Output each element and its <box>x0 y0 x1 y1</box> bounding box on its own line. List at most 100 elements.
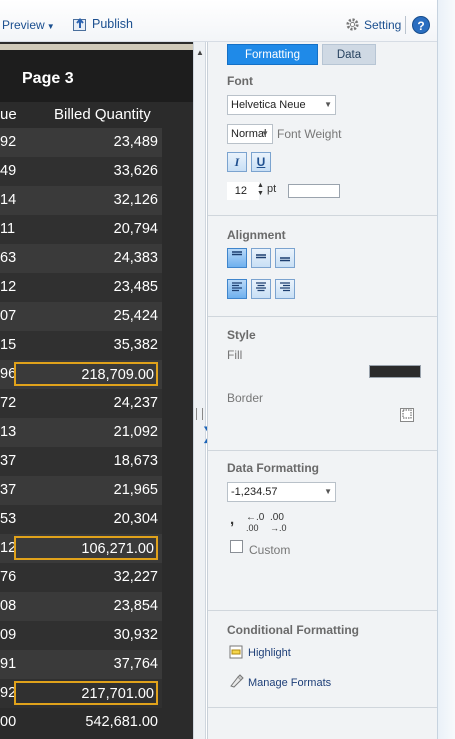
highlighted-cell[interactable]: 106,271.00 <box>14 536 158 560</box>
table-cell-partial: 12 <box>0 540 17 556</box>
table-cell-billed-quantity[interactable]: 542,681.00 <box>14 714 158 730</box>
table-row[interactable]: 92 23,489 <box>0 128 162 157</box>
table-cell-partial: 76 <box>0 569 17 585</box>
table-cell-billed-quantity[interactable]: 21,965 <box>14 482 158 498</box>
align-center-button[interactable] <box>251 279 271 299</box>
fill-color-swatch[interactable] <box>369 365 421 378</box>
vertical-scrollbar[interactable]: ▲ ▼ <box>193 42 206 739</box>
table-row[interactable]: 37 18,673 <box>0 447 162 476</box>
table-cell-partial: 15 <box>0 337 17 353</box>
border-icon <box>402 409 412 419</box>
increase-decimal-icon[interactable]: ←.0.00 <box>246 512 264 534</box>
help-button[interactable]: ? <box>412 16 430 34</box>
table-row[interactable]: 92 217,701.00 <box>0 679 162 708</box>
table-row[interactable]: 11 20,794 <box>0 215 162 244</box>
table-row[interactable]: 00 542,681.00 <box>0 708 162 737</box>
align-left-button[interactable] <box>227 279 247 299</box>
font-size-stepper[interactable]: ▲ ▼ <box>257 182 264 198</box>
font-size-input[interactable]: 12 <box>227 182 259 200</box>
table-row[interactable]: 72 24,237 <box>0 389 162 418</box>
decrease-decimal-icon[interactable]: .00 →.0 <box>270 512 287 534</box>
publish-label: Publish <box>92 17 133 31</box>
table-cell-partial: 14 <box>0 192 17 208</box>
align-center-icon <box>256 282 266 292</box>
table-cell-partial: 11 <box>0 221 16 237</box>
tab-formatting[interactable]: Formatting <box>227 44 318 65</box>
column-header-billed-quantity[interactable]: Billed Quantity <box>54 106 151 123</box>
table-row[interactable]: 91 37,764 <box>0 650 162 679</box>
table-cell-billed-quantity[interactable]: 21,092 <box>14 424 158 440</box>
table-cell-billed-quantity[interactable]: 33,626 <box>14 163 158 179</box>
scroll-up-icon[interactable]: ▲ <box>196 48 204 57</box>
align-middle-button[interactable] <box>251 248 271 268</box>
table-row[interactable]: 96 218,709.00 <box>0 360 162 389</box>
table-row[interactable]: 49 33,626 <box>0 157 162 186</box>
window-border <box>437 0 455 739</box>
gear-icon <box>346 18 359 31</box>
table-cell-billed-quantity[interactable]: 24,383 <box>14 250 158 266</box>
page-title: Page 3 <box>22 70 74 87</box>
preview-menu[interactable]: Preview ▼ <box>2 18 55 32</box>
alignment-section-title: Alignment <box>227 228 286 242</box>
underline-button[interactable]: U <box>251 152 271 172</box>
table-cell-billed-quantity[interactable]: 35,382 <box>14 337 158 353</box>
align-top-icon <box>232 251 242 256</box>
table-cell-partial: 92 <box>0 134 17 150</box>
table-cell-billed-quantity[interactable]: 23,485 <box>14 279 158 295</box>
tab-data[interactable]: Data <box>322 44 376 65</box>
manage-formats-link[interactable]: Manage Formats <box>248 677 331 689</box>
table-cell-billed-quantity[interactable]: 24,237 <box>14 395 158 411</box>
table-cell-billed-quantity[interactable]: 18,673 <box>14 453 158 469</box>
highlighted-cell[interactable]: 218,709.00 <box>14 362 158 386</box>
font-family-value: Helvetica Neue <box>231 99 306 111</box>
table-row[interactable]: 08 23,854 <box>0 592 162 621</box>
highlight-link[interactable]: Highlight <box>248 647 291 659</box>
highlighted-cell[interactable]: 217,701.00 <box>14 681 158 705</box>
table-cell-billed-quantity[interactable]: 20,304 <box>14 511 158 527</box>
number-format-select[interactable]: -1,234.57 ▼ <box>227 482 336 502</box>
table-row[interactable]: 14 32,126 <box>0 186 162 215</box>
table-cell-billed-quantity[interactable]: 32,227 <box>14 569 158 585</box>
italic-button[interactable]: I <box>227 152 247 172</box>
table-cell-billed-quantity[interactable]: 20,794 <box>14 221 158 237</box>
thousands-separator-icon[interactable]: , <box>230 511 234 528</box>
table-row[interactable]: 07 25,424 <box>0 302 162 331</box>
publish-icon <box>73 17 86 31</box>
table-cell-partial: 96 <box>0 366 17 382</box>
table-row[interactable]: 37 21,965 <box>0 476 162 505</box>
font-weight-select[interactable]: Normal ▼ <box>227 124 273 144</box>
table-row[interactable]: 63 24,383 <box>0 244 162 273</box>
table-cell-partial: 00 <box>0 714 17 730</box>
font-color-swatch[interactable] <box>288 184 340 198</box>
table-row[interactable]: 53 20,304 <box>0 505 162 534</box>
table-cell-billed-quantity[interactable]: 23,489 <box>14 134 158 150</box>
align-top-button[interactable] <box>227 248 247 268</box>
manage-formats-icon <box>230 674 244 688</box>
section-divider <box>208 215 437 216</box>
table-cell-billed-quantity[interactable]: 30,932 <box>14 627 158 643</box>
table-cell-billed-quantity[interactable]: 23,854 <box>14 598 158 614</box>
table-row[interactable]: 15 35,382 <box>0 331 162 360</box>
scroll-grip[interactable] <box>196 408 203 420</box>
align-bottom-button[interactable] <box>275 248 295 268</box>
chevron-down-icon: ▼ <box>324 487 332 496</box>
border-picker-button[interactable] <box>400 408 414 422</box>
publish-button[interactable]: Publish <box>72 16 133 32</box>
chevron-down-icon: ▼ <box>46 22 55 31</box>
table-cell-billed-quantity[interactable]: 25,424 <box>14 308 158 324</box>
setting-button[interactable]: Setting <box>345 17 401 32</box>
column-header-partial[interactable]: ue <box>0 106 17 123</box>
table-row[interactable]: 76 32,227 <box>0 563 162 592</box>
table-row[interactable]: 12 106,271.00 <box>0 534 162 563</box>
table-row[interactable]: 12 23,485 <box>0 273 162 302</box>
table-cell-billed-quantity[interactable]: 32,126 <box>14 192 158 208</box>
table-row[interactable]: 09 30,932 <box>0 621 162 650</box>
section-divider <box>208 450 437 451</box>
custom-format-checkbox[interactable] <box>230 540 243 553</box>
properties-panel: Formatting Data Font Helvetica Neue ▼ No… <box>207 42 437 739</box>
font-family-select[interactable]: Helvetica Neue ▼ <box>227 95 336 115</box>
table-row[interactable]: 13 21,092 <box>0 418 162 447</box>
align-right-button[interactable] <box>275 279 295 299</box>
table-cell-billed-quantity[interactable]: 37,764 <box>14 656 158 672</box>
setting-label: Setting <box>364 17 402 32</box>
